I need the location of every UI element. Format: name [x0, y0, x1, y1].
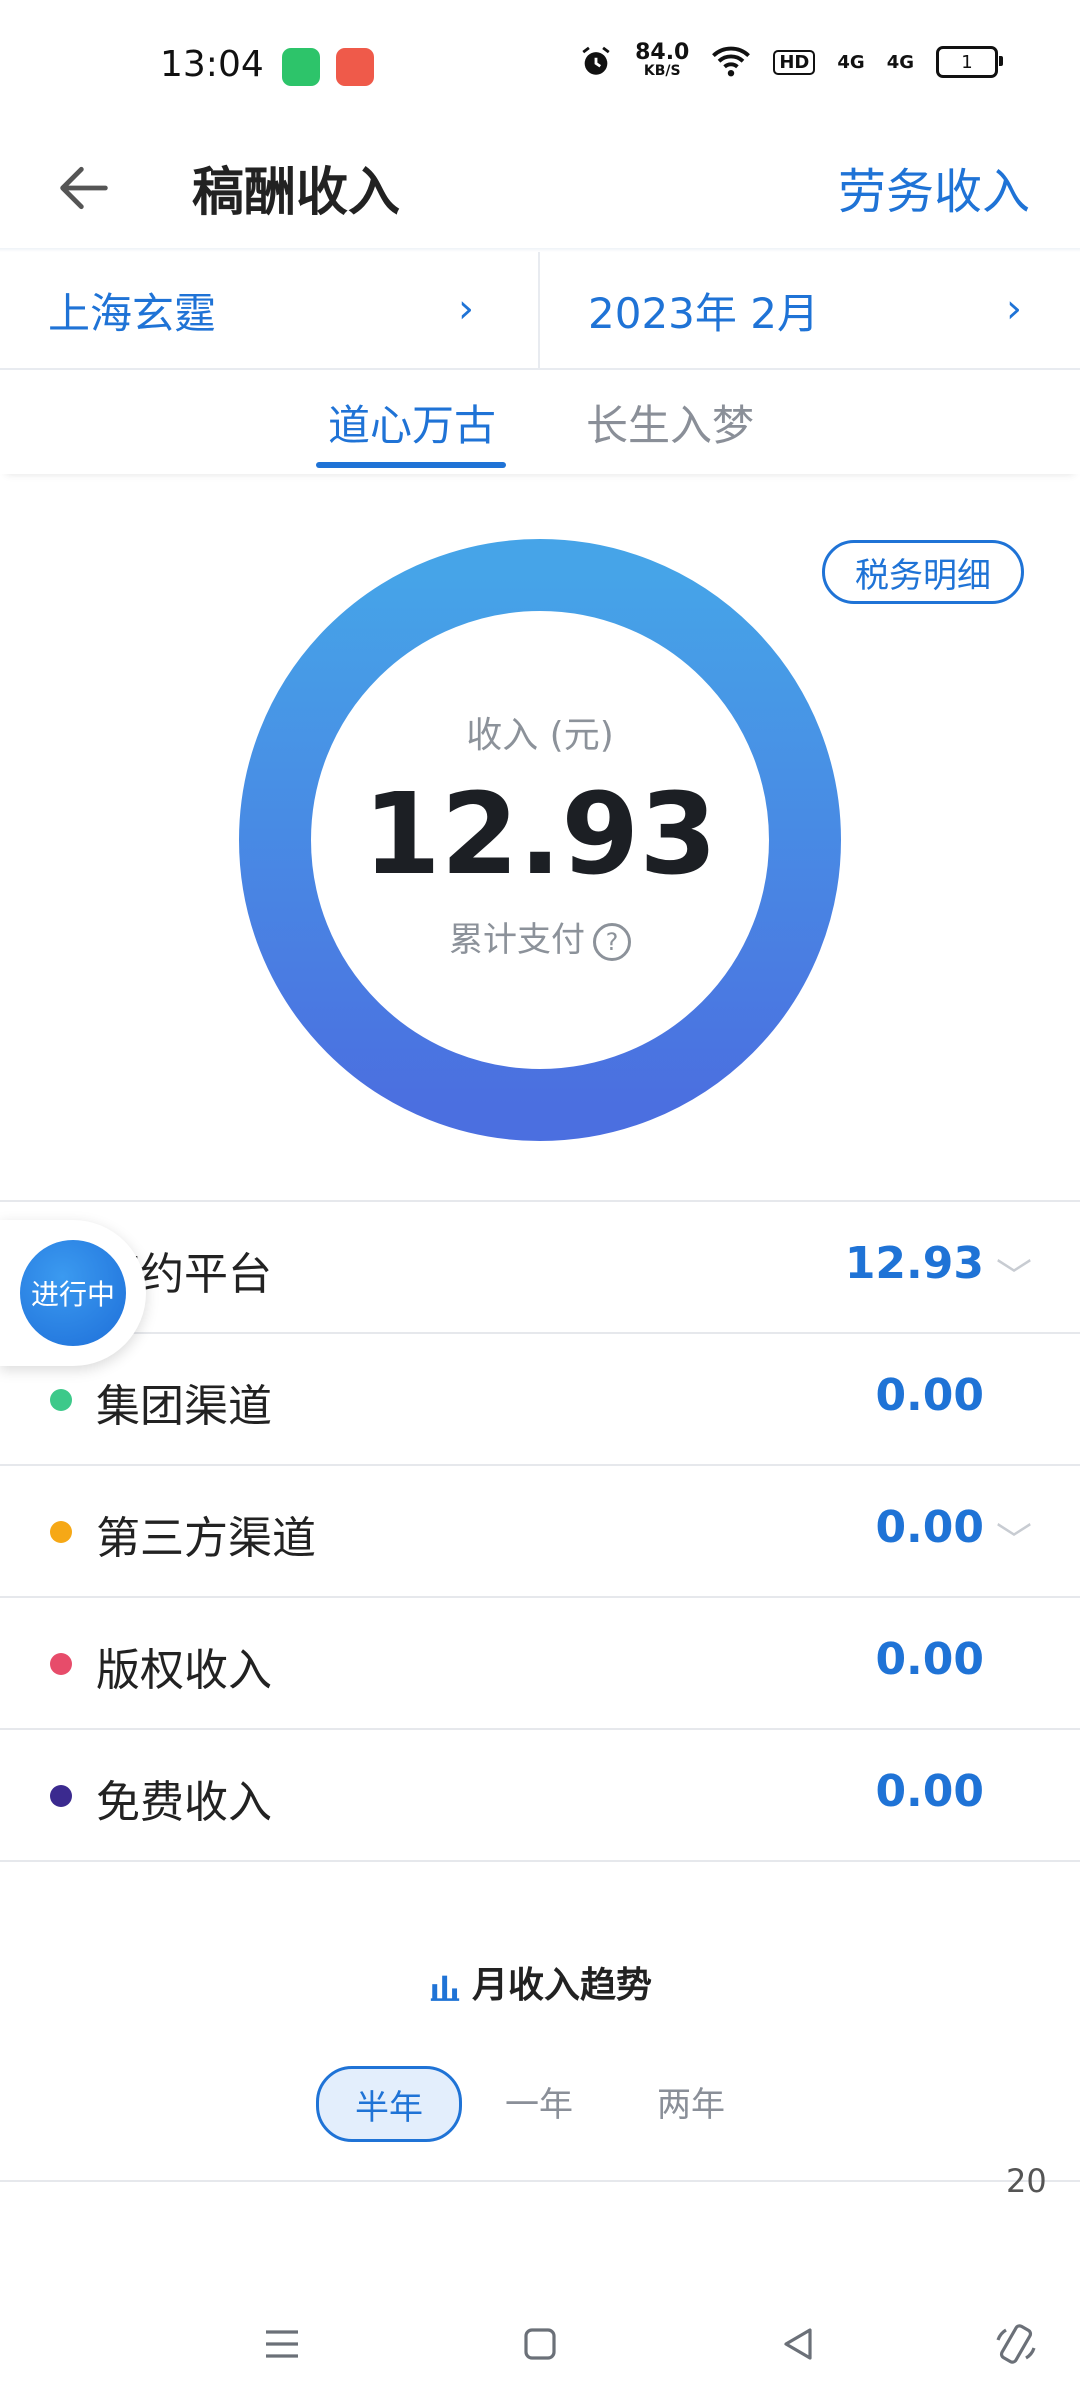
status-bar: 13:04 84.0 KB/S HD 4G 4G 1: [0, 0, 1080, 130]
row-label: 集团渠道: [96, 1381, 272, 1432]
tab-indicator: [316, 462, 506, 468]
filter-bar: 上海玄霆 › 2023年 2月 ›: [0, 252, 1080, 370]
company-label: 上海玄霆: [48, 288, 217, 338]
row-value: 0.00: [875, 1766, 984, 1817]
book-tabs: 道心万古 长生入梦: [0, 370, 1080, 474]
income-label: 收入 (元): [466, 715, 614, 756]
date-label: 2023年 2月: [588, 288, 819, 338]
chevron-down-icon: ﹀: [995, 1521, 1032, 1562]
row-value: 0.00: [875, 1502, 984, 1553]
battery-icon: 1: [936, 46, 1003, 78]
in-progress-badge[interactable]: 进行中: [20, 1240, 126, 1346]
status-time: 13:04: [160, 44, 264, 85]
row-value: 0.00: [875, 1370, 984, 1421]
wifi-icon: [712, 46, 751, 77]
range-half-year[interactable]: 半年: [316, 2066, 462, 2142]
music-app-icon: [336, 48, 374, 86]
list-item[interactable]: 签约平台 12.93 ﹀: [0, 1200, 1080, 1332]
row-value: 0.00: [875, 1634, 984, 1685]
signal-icon-1: 4G: [837, 51, 865, 73]
back-triangle-icon[interactable]: [774, 2320, 822, 2368]
legend-dot: [50, 1785, 72, 1807]
list-item: 集团渠道 0.00: [0, 1332, 1080, 1464]
legend-dot: [50, 1389, 72, 1411]
legend-dot: [50, 1653, 72, 1675]
trend-title-text: 月收入趋势: [471, 1965, 652, 2006]
tax-detail-button[interactable]: 税务明细: [822, 540, 1024, 604]
labor-income-link[interactable]: 劳务收入: [838, 152, 1030, 222]
row-label: 第三方渠道: [96, 1513, 316, 1564]
date-selector[interactable]: 2023年 2月 ›: [588, 252, 1028, 368]
range-one-year[interactable]: 一年: [484, 2066, 594, 2136]
cumulative-label: 累计支付: [449, 920, 585, 960]
alarm-icon: [582, 46, 610, 75]
message-app-icon: [282, 48, 320, 86]
app-header: 稿酬收入 劳务收入: [0, 130, 1080, 250]
rotate-screen-icon[interactable]: [992, 2320, 1040, 2368]
row-value: 12.93: [844, 1238, 984, 1289]
tab-book-2[interactable]: 长生入梦: [586, 392, 754, 453]
list-item: 版权收入 0.00: [0, 1596, 1080, 1728]
range-two-years[interactable]: 两年: [636, 2066, 746, 2136]
company-selector[interactable]: 上海玄霆 ›: [48, 252, 488, 368]
hd-icon: HD: [773, 49, 816, 75]
chevron-right-icon: ›: [458, 286, 474, 332]
chevron-right-icon: ›: [1006, 286, 1022, 332]
trend-title: 月收入趋势: [0, 1956, 1080, 2008]
cumulative-payment: 累计支付?: [0, 912, 1080, 961]
income-total: 12.93: [362, 770, 718, 900]
back-arrow-icon[interactable]: [52, 156, 116, 220]
page-title: 稿酬收入: [192, 163, 401, 223]
bar-chart-icon: [430, 1975, 460, 2001]
system-nav-bar: [0, 2290, 1080, 2400]
row-label: 版权收入: [96, 1645, 272, 1696]
legend-dot: [50, 1521, 72, 1543]
status-icons: 84.0 KB/S HD 4G 4G 1: [579, 40, 1003, 80]
chart-gridline: [0, 2180, 1080, 2182]
row-label: 免费收入: [96, 1777, 272, 1828]
filter-divider: [538, 252, 540, 368]
list-item[interactable]: 第三方渠道 0.00 ﹀: [0, 1464, 1080, 1596]
help-icon[interactable]: ?: [593, 922, 631, 961]
y-axis-tick: 20: [1006, 2162, 1047, 2200]
menu-icon[interactable]: [258, 2320, 306, 2368]
net-speed: 84.0 KB/S: [635, 40, 690, 80]
tab-book-1[interactable]: 道心万古: [328, 392, 496, 453]
chevron-down-icon: ﹀: [995, 1257, 1032, 1298]
list-item: 免费收入 0.00: [0, 1728, 1080, 1862]
income-breakdown-list: 签约平台 12.93 ﹀ 集团渠道 0.00 第三方渠道 0.00 ﹀ 版权收入…: [0, 1200, 1080, 1862]
home-square-icon[interactable]: [516, 2320, 564, 2368]
signal-icon-2: 4G: [886, 51, 914, 73]
